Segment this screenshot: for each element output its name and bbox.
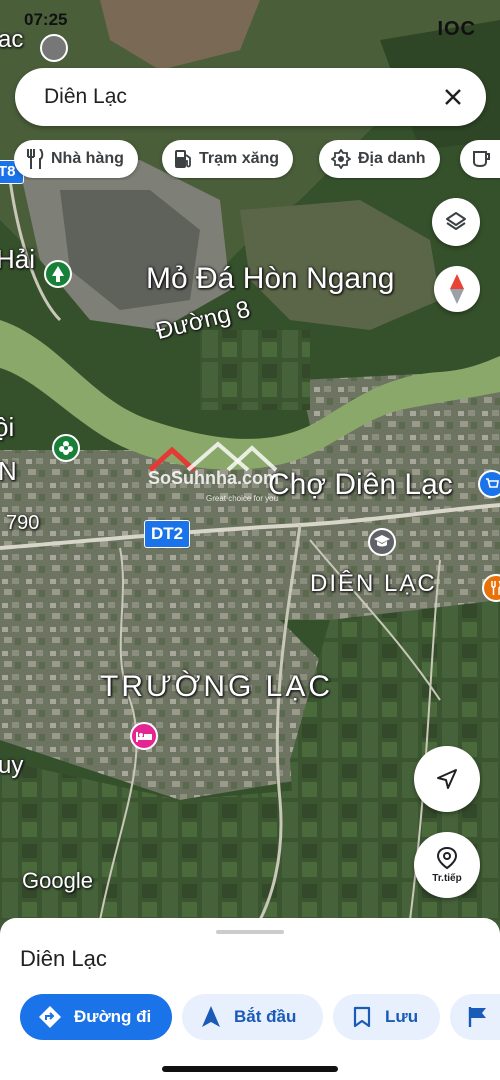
map-label-partial: ội	[0, 412, 15, 442]
map-label-truong-lac: TRƯỜNG LẠC	[100, 670, 334, 703]
layers-icon	[446, 212, 466, 230]
map-label-market[interactable]: Chợ Diên Lạc	[268, 468, 453, 502]
flower-icon[interactable]	[52, 434, 80, 462]
map-label-partial: Hải	[0, 244, 36, 274]
close-button[interactable]	[438, 82, 468, 112]
search-bar[interactable]: Diên Lạc	[15, 68, 486, 126]
chip-label: Địa danh	[358, 150, 426, 167]
compass-button[interactable]	[434, 266, 480, 312]
flag-button[interactable]	[450, 994, 500, 1040]
place-title: Diên Lạc	[20, 946, 107, 971]
chip-landmarks[interactable]: Địa danh	[319, 140, 440, 178]
google-logo: Google	[22, 868, 93, 893]
road-number: 790	[6, 512, 40, 534]
bookmark-icon	[353, 1006, 371, 1028]
close-icon	[445, 89, 461, 105]
start-button[interactable]: Bắt đầu	[182, 994, 323, 1040]
compass-icon	[450, 274, 464, 304]
gas-station-icon	[175, 150, 191, 168]
directions-button[interactable]: Đường đi	[20, 994, 172, 1040]
my-location-button[interactable]	[414, 746, 480, 812]
chip-label: Nhà hàng	[51, 150, 124, 167]
sheet-drag-handle[interactable]	[216, 930, 284, 934]
map-label-quarry[interactable]: Mỏ Đá Hòn Ngang	[146, 262, 394, 296]
status-carrier: IOC	[437, 18, 476, 40]
watermark-text: SoSuhnha.com	[148, 468, 280, 488]
flag-icon	[468, 1007, 486, 1027]
chip-coffee[interactable]	[460, 140, 500, 178]
chip-restaurants[interactable]: Nhà hàng	[14, 140, 138, 178]
status-time: 07:25	[24, 10, 68, 29]
home-indicator[interactable]	[162, 1066, 338, 1072]
landmark-icon	[331, 149, 351, 169]
hotel-icon[interactable]	[130, 722, 158, 750]
map-label-partial: N	[0, 456, 17, 486]
layers-button[interactable]	[432, 198, 480, 246]
navigate-label: Tr.tiếp	[432, 873, 462, 884]
directions-icon	[39, 1006, 61, 1028]
place-pin-icon	[436, 846, 458, 870]
directions-label: Đường đi	[74, 1007, 152, 1026]
watermark-subtext: Great choice for you	[206, 494, 279, 503]
restaurant-icon	[27, 149, 44, 169]
navigate-button[interactable]: Tr.tiếp	[414, 832, 480, 898]
category-chips: Nhà hàng Trạm xăng Địa danh	[14, 140, 500, 180]
save-button[interactable]: Lưu	[333, 994, 440, 1040]
chip-label: Trạm xăng	[199, 150, 280, 167]
map-label-town: DIÊN LẠC	[310, 570, 437, 597]
location-arrow-icon	[437, 769, 457, 789]
coffee-icon	[473, 151, 490, 168]
park-icon[interactable]	[44, 260, 72, 288]
map-view[interactable]: 07:25 IOC ac Hải ội N uy T8 Mỏ Đá Hòn Ng…	[0, 0, 500, 920]
save-label: Lưu	[385, 1007, 419, 1026]
shopping-icon[interactable]	[478, 470, 500, 498]
map-marker-icon[interactable]	[40, 34, 68, 62]
map-label-partial: uy	[0, 752, 24, 779]
place-sheet[interactable]: Diên Lạc Đường đi Bắt đầu Lưu	[0, 918, 500, 1080]
road-shield: DT2	[144, 520, 191, 548]
start-label: Bắt đầu	[234, 1007, 297, 1026]
search-input[interactable]: Diên Lạc	[44, 85, 438, 109]
navigation-arrow-icon	[202, 1006, 220, 1027]
watermark: SoSuhnha.com Great choice for you	[148, 440, 279, 503]
chip-gas-stations[interactable]: Trạm xăng	[162, 140, 294, 178]
school-icon[interactable]	[368, 528, 396, 556]
map-label-partial: ac	[0, 26, 24, 53]
